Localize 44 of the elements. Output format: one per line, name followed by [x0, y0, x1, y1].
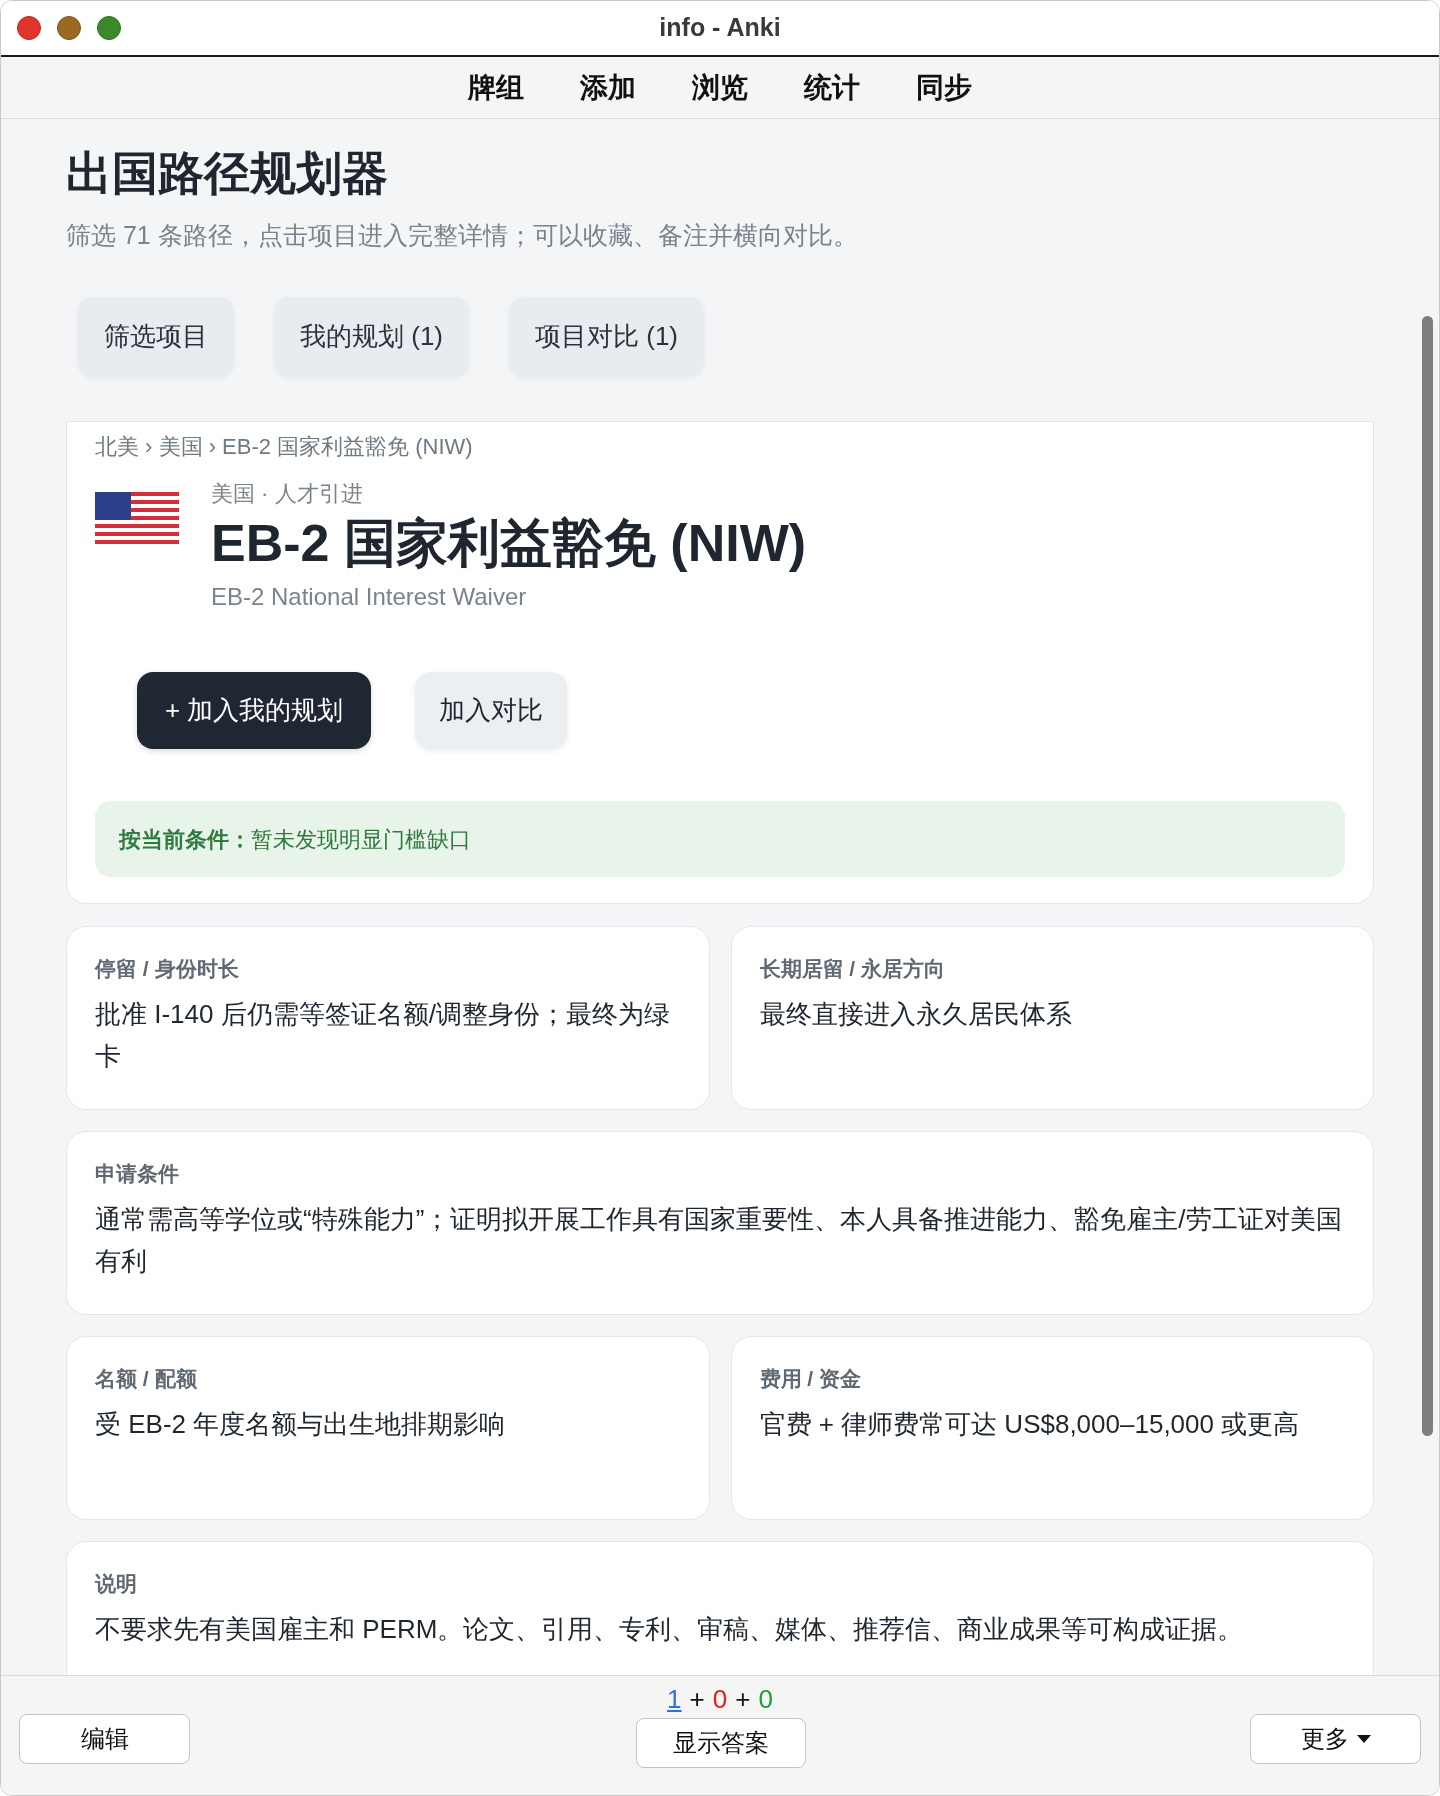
program-title: EB-2 国家利益豁免 (NIW): [211, 513, 807, 574]
tab[interactable]: 筛选项目: [79, 297, 233, 375]
page-title: 出国路径规划器: [66, 146, 389, 201]
section-label: 停留 / 身份时长: [95, 956, 240, 982]
section-text: 不要求先有美国雇主和 PERM。论文、引用、专利、审稿、媒体、推荐信、商业成果等可构成证据。: [95, 1613, 1245, 1646]
scrollbar[interactable]: [1422, 316, 1433, 1436]
show-answer-button[interactable]: 显示答案: [636, 1718, 806, 1768]
card-count: 1: [667, 1684, 682, 1714]
plus-sign: +: [689, 1684, 705, 1714]
section-text: 批准 I-140 后仍需等签证名额/调整身份；最终为绿卡: [95, 998, 671, 1073]
zoom-window-icon[interactable]: [97, 16, 121, 40]
more-button[interactable]: 更多: [1250, 1714, 1421, 1764]
close-window-icon[interactable]: [17, 16, 41, 40]
plus-sign: +: [735, 1684, 751, 1714]
section-text: 受 EB-2 年度名额与出生地排期影响: [95, 1408, 507, 1441]
breadcrumb: 北美 › 美国 › EB-2 国家利益豁免 (NIW): [95, 433, 474, 461]
section-text: 通常需高等学位或“特殊能力”；证明拟开展工作具有国家重要性、本人具备推进能力、豁免雇主/劳工证对美国有利: [95, 1203, 1343, 1278]
card-count: 0: [712, 1684, 728, 1714]
add-to-compare-button[interactable]: 加入对比: [415, 672, 568, 749]
toolbar-link[interactable]: 牌组: [468, 66, 524, 109]
section-label: 费用 / 资金: [759, 1366, 862, 1392]
toolbar-link[interactable]: 同步: [916, 66, 972, 109]
category-label: 美国 · 人才引进: [211, 480, 364, 508]
status-label: 按当前条件：: [119, 825, 251, 854]
toolbar-link[interactable]: 统计: [804, 66, 860, 109]
toolbar-link[interactable]: 浏览: [692, 66, 748, 109]
program-english-title: EB-2 National Interest Waiver: [211, 582, 528, 612]
edit-button[interactable]: 编辑: [19, 1714, 190, 1764]
status-text: 暂未发现明显门槛缺口: [251, 825, 471, 854]
tab[interactable]: 项目对比 (1): [510, 297, 703, 375]
section-label: 说明: [95, 1571, 138, 1597]
caret-icon: [1356, 1735, 1371, 1743]
section-label: 名额 / 配额: [95, 1366, 198, 1392]
window-title: info - Anki: [659, 12, 781, 44]
tab[interactable]: 我的规划 (1): [275, 297, 468, 375]
card-count: 0: [758, 1684, 773, 1714]
section-text: 官费 + 律师费常可达 US$8,000–15,000 或更高: [759, 1408, 1301, 1441]
minimize-window-icon[interactable]: [57, 16, 81, 40]
section-text: 最终直接进入永久居民体系: [759, 998, 1073, 1031]
section-label: 申请条件: [95, 1161, 180, 1187]
toolbar-link[interactable]: 添加: [580, 66, 636, 109]
add-to-plan-button[interactable]: + 加入我的规划: [137, 672, 372, 749]
section-label: 长期居留 / 永居方向: [759, 956, 946, 982]
page-subtitle: 筛选 71 条路径，点击项目进入完整详情；可以收藏、备注并横向对比。: [66, 220, 859, 251]
